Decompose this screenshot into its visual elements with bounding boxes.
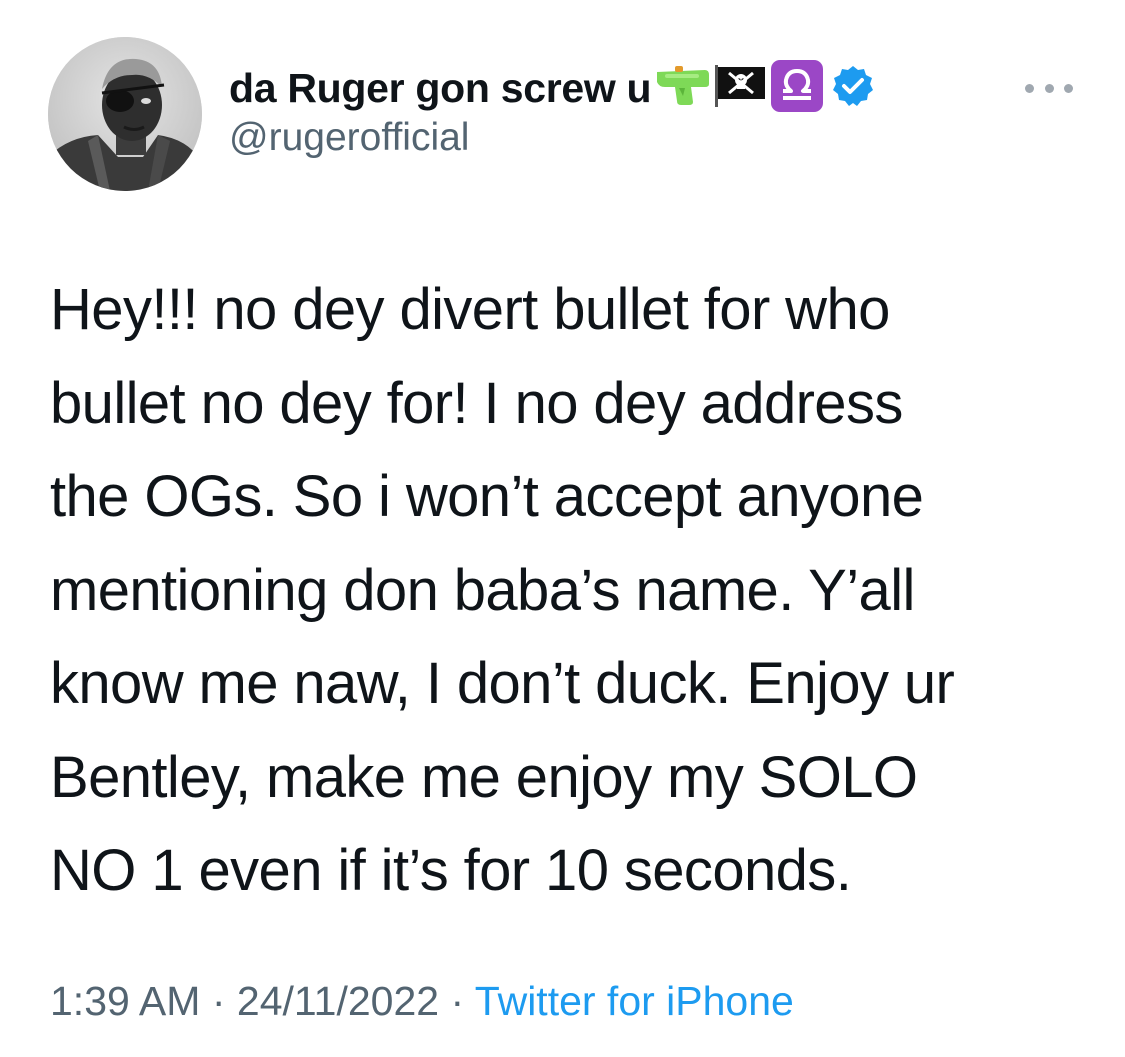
more-options-icon[interactable] [1025,78,1073,98]
meta-separator: · [211,978,226,1024]
dot [1044,83,1054,93]
avatar[interactable] [48,37,202,191]
user-handle[interactable]: @rugerofficial [229,116,875,160]
display-name[interactable]: da Ruger gon screw u [229,65,652,112]
libra-icon [771,59,824,117]
tweet-time[interactable]: 1:39 AM [50,978,200,1024]
pirate-flag-icon [715,64,767,112]
verified-badge-icon [831,64,875,113]
dot [1064,83,1073,93]
tweet: da Ruger gon screw u @rugerofficial Hey!… [0,0,1125,1057]
tweet-meta: 1:39 AM · 24/11/2022 · Twitter for iPhon… [50,978,794,1025]
tweet-source-link[interactable]: Twitter for iPhone [475,978,794,1024]
tweet-date[interactable]: 24/11/2022 [237,978,439,1024]
tweet-text: Hey!!! no dey divert bullet for who bull… [50,277,955,903]
display-name-row: da Ruger gon screw u [229,59,875,117]
meta-separator: · [450,978,465,1024]
water-pistol-icon [655,65,711,111]
author-block: da Ruger gon screw u @rugerofficial [229,59,875,160]
avatar-photo [48,37,202,191]
dot [1025,83,1034,93]
